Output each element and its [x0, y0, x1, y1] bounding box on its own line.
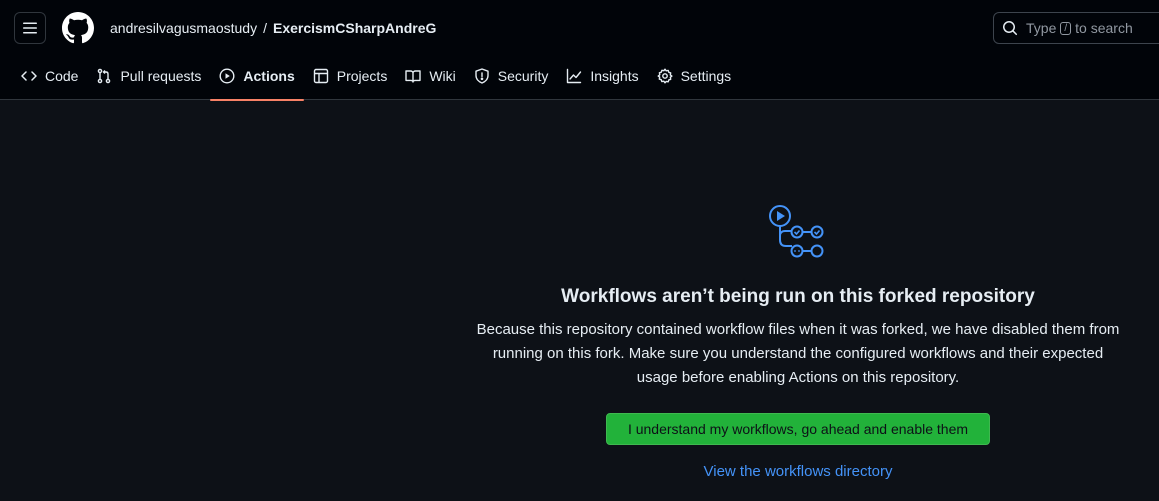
- view-workflows-directory-link[interactable]: View the workflows directory: [440, 463, 1156, 480]
- breadcrumb: andresilvagusmaostudy / ExercismCSharpAndr…: [110, 19, 436, 37]
- menu-button[interactable]: [14, 12, 46, 44]
- git-pull-request-icon: [98, 68, 111, 84]
- owner-link[interactable]: andresilvagusmaostudy: [110, 20, 257, 36]
- tab-security[interactable]: Security: [465, 60, 558, 92]
- search-input[interactable]: Type / to search: [993, 12, 1159, 44]
- search-placeholder-suffix: to search: [1075, 20, 1133, 36]
- global-header: andresilvagusmaostudy / ExercismCSharpAndr…: [0, 0, 1159, 101]
- code-icon: [21, 71, 37, 81]
- workflow-icon: [769, 205, 824, 258]
- description-line: running on this fork. Make sure you unde…: [492, 345, 1104, 362]
- tab-actions[interactable]: Actions: [210, 60, 305, 101]
- tab-wiki[interactable]: Wiki: [396, 60, 464, 92]
- hamburger-icon: [23, 22, 37, 34]
- tab-label: Actions: [243, 68, 295, 84]
- description: Because this repository contained workfl…: [440, 318, 1156, 390]
- table-icon: [313, 68, 328, 84]
- tab-label: Pull requests: [120, 68, 202, 84]
- book-icon: [405, 70, 422, 83]
- search-shortcut-key: /: [1060, 21, 1072, 35]
- tab-pull-requests[interactable]: Pull requests: [87, 60, 210, 92]
- search-icon: [1003, 21, 1018, 36]
- tab-label: Projects: [336, 68, 388, 84]
- gear-icon: [657, 68, 673, 84]
- enable-workflows-button[interactable]: I understand my workflows, go ahead and …: [606, 413, 990, 445]
- tab-label: Code: [45, 68, 79, 84]
- tab-label: Security: [497, 68, 549, 84]
- repo-link[interactable]: ExercismCSharpAndreG: [273, 20, 436, 36]
- shield-icon: [475, 68, 489, 84]
- description-line: usage before enabling Actions on this re…: [636, 369, 960, 386]
- tab-label: Wiki: [429, 68, 456, 84]
- tab-code[interactable]: Code: [12, 60, 87, 92]
- tab-settings[interactable]: Settings: [648, 60, 741, 92]
- tab-projects[interactable]: Projects: [304, 60, 397, 92]
- play-icon: [219, 68, 235, 84]
- search-placeholder-prefix: Type: [1026, 20, 1057, 36]
- tab-label: Insights: [590, 68, 639, 84]
- page-title: Workflows aren’t being run on this forke…: [561, 286, 1035, 307]
- tab-insights[interactable]: Insights: [557, 60, 647, 92]
- tab-label: Settings: [680, 68, 732, 84]
- repo-tabs: Code Pull requests Actions Projects Wiki…: [12, 60, 741, 101]
- breadcrumb-separator: /: [263, 20, 267, 36]
- graph-icon: [567, 68, 582, 84]
- github-logo-icon[interactable]: [62, 12, 94, 44]
- description-line: Because this repository contained workfl…: [476, 321, 1120, 338]
